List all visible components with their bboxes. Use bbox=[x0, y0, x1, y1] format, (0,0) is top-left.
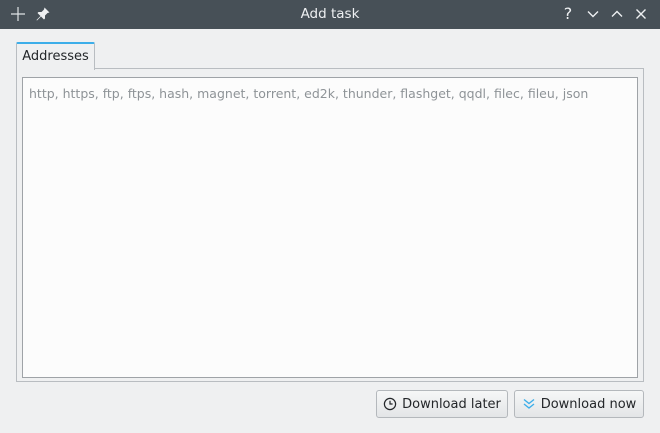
download-later-button[interactable]: Download later bbox=[376, 390, 508, 418]
help-icon: ? bbox=[563, 4, 573, 23]
chevron-up-icon bbox=[611, 10, 623, 17]
clock-icon bbox=[383, 397, 397, 411]
download-now-button[interactable]: Download now bbox=[514, 390, 644, 418]
addresses-input[interactable] bbox=[22, 77, 638, 378]
double-chevron-down-icon bbox=[522, 397, 536, 411]
add-task-dialog: Add task ? Addresses Download later bbox=[0, 0, 660, 433]
maximize-button[interactable] bbox=[608, 5, 626, 23]
tab-addresses[interactable]: Addresses bbox=[16, 42, 95, 70]
download-later-label: Download later bbox=[402, 396, 501, 412]
chevron-down-icon bbox=[587, 11, 599, 18]
help-button[interactable]: ? bbox=[559, 5, 577, 23]
title-bar[interactable]: Add task ? bbox=[0, 0, 660, 29]
download-now-label: Download now bbox=[540, 396, 637, 412]
close-icon bbox=[636, 9, 646, 19]
close-button[interactable] bbox=[632, 5, 650, 23]
minimize-button[interactable] bbox=[584, 5, 602, 23]
